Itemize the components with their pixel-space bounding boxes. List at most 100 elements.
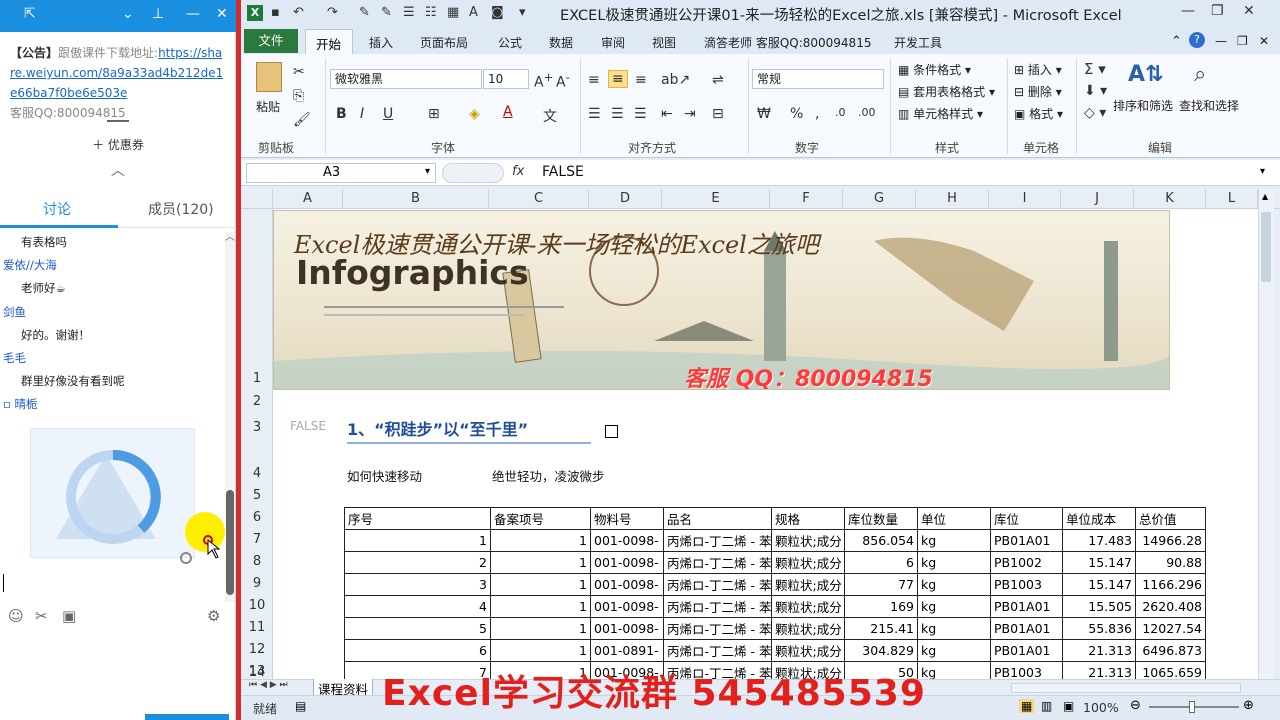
table-cell[interactable]: 丙烯ロ-丁二烯 - 苯 [663, 595, 772, 618]
merge-center-icon[interactable]: ⊟ [712, 106, 724, 122]
table-cell[interactable]: PB01A01 [990, 639, 1063, 662]
cell-c5[interactable]: 绝世轻功，凌波微步 [492, 466, 605, 485]
qat-tool-icon[interactable]: ☷ [425, 5, 437, 20]
find-binoculars-icon[interactable]: ⌕ [1194, 62, 1206, 87]
grow-font-icon[interactable]: A+ [534, 70, 553, 91]
chat-nick[interactable]: 爱依//大海 [3, 257, 57, 273]
section-heading[interactable]: 1、“积跬步”以“至千里” [347, 416, 591, 444]
table-cell[interactable]: 丙烯ロ-丁二烯 - 苯 [663, 551, 772, 574]
table-cell[interactable]: 001-0098- [590, 551, 664, 574]
zoom-in-icon[interactable]: ⊕ [1243, 698, 1254, 713]
table-cell[interactable]: 1 [490, 639, 591, 662]
close-icon[interactable]: ✕ [216, 6, 228, 22]
table-cell[interactable]: 856.054 [844, 529, 918, 552]
emoji-icon[interactable]: ☺ [8, 607, 24, 625]
table-header-cell[interactable]: 总价值 [1135, 507, 1206, 530]
column-header[interactable]: F [770, 189, 843, 209]
tab-view[interactable]: 视图 [652, 34, 676, 51]
border-icon[interactable]: ⊞ [428, 106, 440, 122]
autosum-icon[interactable]: Σ ▾ [1084, 60, 1106, 78]
number-format-select[interactable]: 常规 [752, 69, 884, 89]
conditional-format-button[interactable]: ▦ 条件格式 ▾ [898, 61, 971, 78]
horizontal-scrollbar[interactable] [1011, 683, 1241, 693]
table-cell[interactable]: 169 [844, 595, 918, 618]
table-cell[interactable]: 1 [490, 617, 591, 640]
table-cell[interactable]: 丙烯ロ-丁二烯 - 苯 [663, 573, 772, 596]
qat-tool-icon[interactable]: ✎ [381, 5, 392, 20]
qat-tool-icon[interactable]: ▦ [447, 5, 459, 20]
cell-style-button[interactable]: ▥ 单元格样式 ▾ [898, 105, 983, 122]
collapse-icon[interactable]: ⌄ [122, 6, 134, 22]
undo-icon[interactable]: ↶ [293, 5, 304, 20]
table-cell[interactable]: 2620.408 [1135, 595, 1206, 618]
chat-nick[interactable]: ▫ 晴栀 [3, 396, 37, 412]
column-header[interactable]: G [843, 189, 916, 209]
table-cell[interactable]: 1 [344, 529, 491, 552]
table-header-cell[interactable]: 备案项号 [490, 507, 591, 530]
table-cell[interactable]: 1166.296 [1135, 573, 1206, 596]
cut-icon[interactable]: ✂ [293, 64, 305, 80]
scroll-up-icon[interactable]: ︿ [225, 228, 235, 243]
select-all-corner[interactable] [241, 189, 273, 209]
coupon-button[interactable]: ＋ 优惠券 [0, 133, 236, 157]
font-name-select[interactable]: 微软雅黑 [330, 69, 482, 89]
row-header[interactable]: 2 [241, 394, 273, 409]
image-loading-placeholder[interactable] [30, 428, 195, 558]
increase-indent-icon[interactable]: ⇥ [684, 106, 696, 122]
restore-doc-icon[interactable]: ❐ [1237, 34, 1248, 48]
table-cell[interactable]: 丙烯ロ-丁二烯 - 苯 [663, 639, 772, 662]
decrease-decimal-icon[interactable]: .00 [858, 106, 876, 119]
paste-icon[interactable] [256, 62, 282, 92]
table-cell[interactable]: 215.41 [844, 617, 918, 640]
excel-logo-icon[interactable]: X [247, 5, 263, 21]
table-cell[interactable]: 5 [344, 617, 491, 640]
help-icon[interactable]: ? [1189, 32, 1205, 48]
table-cell[interactable]: 2 [344, 551, 491, 574]
format-painter-icon[interactable]: 🖌 [293, 112, 311, 128]
minimize-icon[interactable]: — [186, 6, 200, 22]
table-cell[interactable]: 6496.873 [1135, 639, 1206, 662]
table-cell[interactable]: 15.505 [1062, 595, 1136, 618]
table-header-cell[interactable]: 品名 [663, 507, 772, 530]
table-header-cell[interactable]: 规格 [771, 507, 845, 530]
pin-icon[interactable]: ⊥ [152, 6, 164, 22]
tab-page-layout[interactable]: 页面布局 [420, 34, 468, 51]
align-right-icon[interactable]: ☰ [634, 106, 647, 122]
column-header[interactable]: B [343, 189, 489, 209]
row-header[interactable]: 9 [241, 576, 273, 591]
row-header[interactable]: 12 [241, 642, 273, 657]
bold-icon[interactable]: B [336, 106, 347, 122]
font-color-icon[interactable]: A [503, 104, 513, 120]
zoom-out-icon[interactable]: ⊖ [1130, 698, 1141, 713]
table-cell[interactable]: 6 [344, 639, 491, 662]
table-cell[interactable]: PB01A01 [990, 595, 1063, 618]
table-cell[interactable]: 丙烯ロ-丁二烯 - 苯 [663, 529, 772, 552]
name-box-dropdown-icon[interactable]: ▾ [425, 166, 430, 177]
table-cell[interactable]: 55.836 [1062, 617, 1136, 640]
phonetic-icon[interactable]: 文 [543, 106, 557, 126]
align-top-icon[interactable]: ≡ [588, 72, 600, 88]
table-cell[interactable]: kg [917, 551, 991, 574]
chevron-up-icon[interactable]: ︿ [104, 160, 132, 180]
currency-icon[interactable]: ₩ [757, 106, 771, 122]
align-bottom-icon[interactable]: ≡ [635, 72, 647, 88]
chat-input-caret[interactable] [3, 574, 4, 592]
column-header[interactable]: C [489, 189, 589, 209]
table-cell[interactable]: 001-0098- [590, 573, 664, 596]
column-header[interactable]: E [662, 189, 770, 209]
row-header[interactable]: 3 [241, 420, 273, 435]
scroll-up-arrow-icon[interactable]: ▲ [1262, 192, 1268, 201]
restore-window-icon[interactable]: ❐ [1211, 3, 1224, 19]
table-cell[interactable]: 颗粒状;成分 [771, 617, 845, 640]
tab-review[interactable]: 审阅 [601, 34, 625, 51]
shrink-font-icon[interactable]: A- [556, 70, 570, 91]
table-cell[interactable]: kg [917, 529, 991, 552]
tab-data[interactable]: 数据 [549, 34, 573, 51]
column-header[interactable]: J [1061, 189, 1134, 209]
fill-color-icon[interactable]: ◈ [469, 106, 480, 122]
underline-icon[interactable]: U [383, 106, 393, 122]
close-window-icon[interactable]: ✕ [1243, 3, 1255, 19]
image-icon[interactable]: ▣ [62, 607, 76, 625]
fx-icon[interactable]: fx [512, 164, 524, 179]
normal-view-icon[interactable]: ▦ [1019, 699, 1035, 713]
